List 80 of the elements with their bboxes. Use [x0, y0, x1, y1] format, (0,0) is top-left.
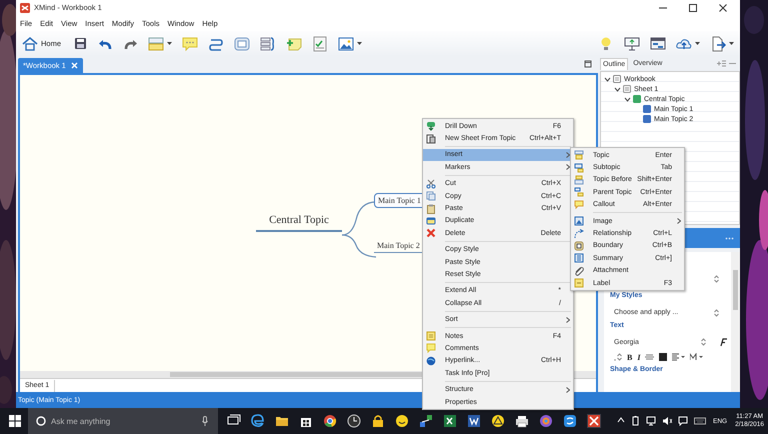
note-icon[interactable]: [286, 36, 302, 52]
volume-icon[interactable]: [662, 416, 672, 426]
boundary-icon: [574, 240, 584, 251]
strikethrough-icon[interactable]: [645, 353, 654, 361]
window-icon: [426, 216, 436, 226]
parent-topic-icon: [574, 187, 584, 198]
workbook-icon: [613, 75, 621, 83]
home-icon: [22, 36, 38, 52]
align-icon[interactable]: [672, 353, 686, 361]
copy-icon: [426, 191, 436, 202]
color-swatch-icon[interactable]: [659, 353, 668, 361]
notification-icon[interactable]: [678, 416, 688, 426]
vertical-scrollbar[interactable]: [731, 252, 740, 392]
scissors-icon: [426, 178, 436, 189]
printer-icon[interactable]: [515, 414, 529, 428]
dial-icon[interactable]: [347, 414, 361, 428]
delete-icon: [426, 228, 436, 238]
drill-down-icon: [426, 121, 436, 132]
presentation-icon[interactable]: [624, 36, 640, 52]
topic-icon: [574, 150, 584, 160]
topic-before-icon: [574, 174, 584, 185]
network-status-icon[interactable]: [646, 416, 656, 426]
font-size-spinner-icon[interactable]: [614, 353, 622, 361]
network-icon[interactable]: [419, 414, 433, 428]
panel-icon[interactable]: [650, 36, 666, 52]
spinner-icon[interactable]: [714, 275, 719, 283]
image-icon: [574, 216, 584, 226]
format-button[interactable]: I: [637, 352, 640, 362]
text-case-icon[interactable]: [690, 353, 704, 361]
note-icon: [426, 331, 436, 342]
microphone-icon[interactable]: [202, 416, 208, 426]
app-logo-icon: [20, 2, 30, 12]
central-topic[interactable]: Central Topic: [256, 214, 342, 232]
chevron-icon[interactable]: [614, 86, 621, 92]
folder-icon[interactable]: [275, 414, 289, 428]
caret-icon[interactable]: [357, 41, 362, 46]
comment-icon: [426, 343, 436, 354]
maximize-icon[interactable]: [688, 2, 698, 12]
lock-icon[interactable]: [371, 414, 385, 428]
warning-icon[interactable]: [491, 414, 505, 428]
relationship-icon: [574, 228, 584, 239]
summary-icon: [574, 253, 584, 264]
caret-icon[interactable]: [167, 41, 172, 46]
search-field[interactable]: Ask me anything: [28, 408, 218, 434]
format-button[interactable]: B: [627, 352, 632, 362]
chevron-icon[interactable]: [604, 76, 611, 82]
caret-icon[interactable]: [729, 41, 734, 46]
keyboard-icon[interactable]: [694, 416, 706, 426]
spinner-icon: [701, 338, 706, 346]
globe-icon: [426, 356, 436, 366]
document-icon[interactable]: [467, 414, 481, 428]
battery-icon[interactable]: [631, 416, 640, 426]
windows-start-icon[interactable]: [9, 415, 21, 427]
close-icon[interactable]: [718, 2, 728, 12]
more-icon[interactable]: [725, 236, 734, 240]
mind-map-app-icon[interactable]: [587, 414, 601, 428]
clipboard-icon: [426, 204, 436, 214]
sheet-icon: [623, 85, 631, 93]
caret-icon[interactable]: [695, 41, 700, 46]
chrome-icon[interactable]: [323, 414, 337, 428]
smiley-icon[interactable]: [395, 414, 409, 428]
callout-icon: [574, 200, 584, 210]
font-icon[interactable]: [719, 338, 727, 346]
globe-icon[interactable]: [539, 414, 553, 428]
paperclip-icon: [574, 266, 584, 276]
spinner-icon: [714, 308, 719, 316]
sheet-icon: [426, 134, 436, 144]
save-icon[interactable]: [73, 36, 88, 51]
subtopic-icon: [574, 162, 584, 173]
image-icon[interactable]: [338, 36, 354, 52]
spreadsheet-icon[interactable]: [443, 414, 457, 428]
cortana-icon: [36, 416, 46, 426]
summary-icon[interactable]: [260, 36, 276, 52]
boundary-icon[interactable]: [234, 36, 250, 52]
maximize-icon[interactable]: [584, 60, 592, 68]
chevron-icon[interactable]: [624, 96, 631, 102]
task-icon[interactable]: [312, 36, 328, 52]
browser-icon[interactable]: [251, 414, 265, 428]
label-icon: [574, 278, 584, 288]
export-icon[interactable]: [710, 36, 726, 52]
